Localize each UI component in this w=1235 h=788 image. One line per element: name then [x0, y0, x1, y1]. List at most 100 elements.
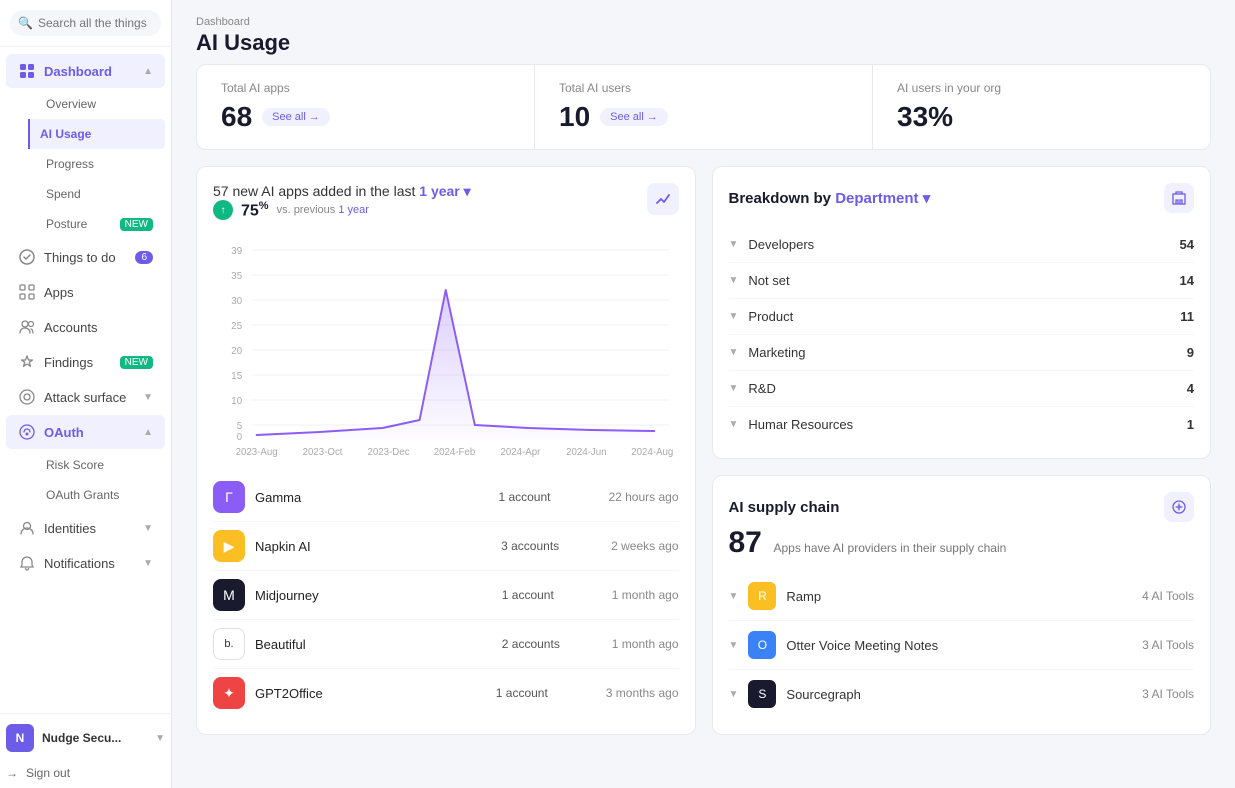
- app-accounts-beautiful: 2 accounts: [502, 637, 602, 651]
- sidebar-item-oauth[interactable]: OAuth ▲: [6, 415, 165, 449]
- breakdown-dept-button[interactable]: Department ▾: [835, 190, 930, 207]
- sidebar: 🔍 Dashboard ▲ Overview AI Usage Progress…: [0, 0, 172, 788]
- findings-icon: [18, 353, 36, 371]
- sign-out-button[interactable]: → Sign out: [0, 758, 171, 788]
- sidebar-nav: Dashboard ▲ Overview AI Usage Progress S…: [0, 47, 171, 709]
- app-logo-gamma: Γ: [213, 481, 245, 513]
- supply-chevron-sourcegraph[interactable]: ▼: [729, 689, 739, 700]
- sidebar-item-apps[interactable]: Apps: [6, 275, 165, 309]
- app-row: Γ Gamma 1 account 22 hours ago: [213, 473, 679, 522]
- chart-title-period[interactable]: 1 year ▾: [419, 183, 470, 199]
- sidebar-item-accounts[interactable]: Accounts: [6, 310, 165, 344]
- breakdown-chevron-hr[interactable]: ▼: [729, 419, 739, 430]
- posture-new-badge: NEW: [120, 218, 153, 231]
- sidebar-item-identities-label: Identities: [44, 521, 96, 536]
- sidebar-item-notifications[interactable]: Notifications ▼: [6, 546, 165, 580]
- app-logo-beautiful: b.: [213, 628, 245, 660]
- sidebar-item-progress-label: Progress: [46, 157, 94, 171]
- breakdown-row: ▼ Marketing 9: [729, 335, 1195, 371]
- app-accounts-gamma: 1 account: [498, 490, 598, 504]
- sidebar-item-identities[interactable]: Identities ▼: [6, 511, 165, 545]
- see-all-apps-button[interactable]: See all →: [262, 108, 330, 126]
- app-row: b. Beautiful 2 accounts 1 month ago: [213, 620, 679, 669]
- sidebar-item-overview[interactable]: Overview: [34, 89, 165, 119]
- brand-chevron-icon: ▼: [155, 733, 165, 744]
- breakdown-chevron-product[interactable]: ▼: [729, 311, 739, 322]
- breakdown-building-icon-btn[interactable]: [1164, 183, 1194, 213]
- breakdown-row: ▼ Product 11: [729, 299, 1195, 335]
- chart-card: 57 new AI apps added in the last 1 year …: [196, 166, 696, 735]
- sidebar-item-spend-label: Spend: [46, 187, 81, 201]
- svg-text:2023-Aug: 2023-Aug: [236, 447, 278, 458]
- apps-list: Γ Gamma 1 account 22 hours ago ▶ Napkin …: [213, 473, 679, 717]
- apps-icon: [18, 283, 36, 301]
- supply-chain-count: 87: [729, 526, 762, 559]
- svg-text:2024-Feb: 2024-Feb: [434, 447, 476, 458]
- brand-name: Nudge Secu...: [42, 731, 121, 745]
- breakdown-chevron-developers[interactable]: ▼: [729, 239, 739, 250]
- sidebar-item-apps-label: Apps: [44, 285, 74, 300]
- breakdown-row: ▼ Developers 54: [729, 227, 1195, 263]
- trend-pct: 75%: [241, 200, 269, 220]
- breakdown-chevron-marketing[interactable]: ▼: [729, 347, 739, 358]
- breakdown-chevron-notset[interactable]: ▼: [729, 275, 739, 286]
- supply-chain-card: AI supply chain 87 Apps have AI provider…: [712, 475, 1212, 735]
- breakdown-chevron-rd[interactable]: ▼: [729, 383, 739, 394]
- supply-chevron-otter[interactable]: ▼: [729, 640, 739, 651]
- chevron-up-icon: ▲: [143, 66, 153, 77]
- supply-chain-icon-btn[interactable]: [1164, 492, 1194, 522]
- sidebar-item-oauth-grants[interactable]: OAuth Grants: [34, 480, 165, 510]
- sidebar-item-things-to-do[interactable]: Things to do 6: [6, 240, 165, 274]
- svg-text:25: 25: [231, 321, 242, 332]
- sidebar-item-accounts-label: Accounts: [44, 320, 97, 335]
- svg-text:30: 30: [231, 296, 242, 307]
- app-row: M Midjourney 1 account 1 month ago: [213, 571, 679, 620]
- app-logo-midjourney: M: [213, 579, 245, 611]
- main-content: Dashboard AI Usage Total AI apps 68 See …: [172, 0, 1235, 788]
- attack-icon: [18, 388, 36, 406]
- sidebar-item-posture[interactable]: Posture NEW: [34, 209, 165, 239]
- things-to-do-badge: 6: [135, 251, 153, 264]
- sidebar-item-spend[interactable]: Spend: [34, 179, 165, 209]
- sidebar-item-dashboard[interactable]: Dashboard ▲: [6, 54, 165, 88]
- chart-trend-icon-btn[interactable]: [647, 183, 679, 215]
- sidebar-subnav-oauth: Risk Score OAuth Grants: [0, 450, 171, 510]
- supply-tools-ramp: 4 AI Tools: [1142, 589, 1194, 603]
- sidebar-item-ai-usage[interactable]: AI Usage: [28, 119, 165, 149]
- app-name-gamma: Gamma: [255, 490, 488, 505]
- breakdown-list: ▼ Developers 54 ▼ Not set 14 ▼ Product 1…: [729, 227, 1195, 442]
- supply-apps-list: ▼ R Ramp 4 AI Tools ▼ O Otter Voice Meet…: [729, 572, 1195, 718]
- sidebar-subnav-dashboard: Overview AI Usage Progress Spend Posture…: [0, 89, 171, 239]
- svg-text:0: 0: [237, 432, 243, 443]
- breakdown-card: Breakdown by Department ▾ ▼ Developers 5…: [712, 166, 1212, 459]
- app-time-napkin: 2 weeks ago: [611, 539, 678, 553]
- sidebar-item-progress[interactable]: Progress: [34, 149, 165, 179]
- trend-row: ↑ 75% vs. previous 1 year: [213, 200, 471, 220]
- chart-svg: 39 35 30 25 20 15 10 5 0: [213, 240, 679, 460]
- brand-button[interactable]: N Nudge Secu... ▼: [0, 718, 171, 758]
- supply-row: ▼ O Otter Voice Meeting Notes 3 AI Tools: [729, 621, 1195, 670]
- supply-chevron-ramp[interactable]: ▼: [729, 591, 739, 602]
- sidebar-item-findings-label: Findings: [44, 355, 93, 370]
- notifications-icon: [18, 554, 36, 572]
- svg-text:2024-Jun: 2024-Jun: [566, 447, 606, 458]
- sign-out-icon: →: [6, 766, 18, 780]
- app-time-gpt2office: 3 months ago: [606, 686, 679, 700]
- notifications-chevron-icon: ▼: [143, 558, 153, 569]
- stat-label-apps: Total AI apps: [221, 81, 510, 95]
- chart-svg-wrapper: 39 35 30 25 20 15 10 5 0: [213, 240, 679, 463]
- sidebar-item-risk-score[interactable]: Risk Score: [34, 450, 165, 480]
- sidebar-item-attack-surface[interactable]: Attack surface ▼: [6, 380, 165, 414]
- sidebar-item-findings[interactable]: Findings NEW: [6, 345, 165, 379]
- stat-card-total-users: Total AI users 10 See all →: [535, 65, 873, 149]
- see-all-users-button[interactable]: See all →: [600, 108, 668, 126]
- svg-text:2023-Dec: 2023-Dec: [368, 447, 410, 458]
- sidebar-item-dashboard-label: Dashboard: [44, 64, 112, 79]
- dashboard-icon: [18, 62, 36, 80]
- svg-text:2023-Oct: 2023-Oct: [303, 447, 343, 458]
- stat-value-apps: 68 See all →: [221, 101, 510, 133]
- svg-text:10: 10: [231, 396, 242, 407]
- supply-row: ▼ S Sourcegraph 3 AI Tools: [729, 670, 1195, 718]
- sign-out-label: Sign out: [26, 766, 70, 780]
- sidebar-item-attack-surface-label: Attack surface: [44, 390, 126, 405]
